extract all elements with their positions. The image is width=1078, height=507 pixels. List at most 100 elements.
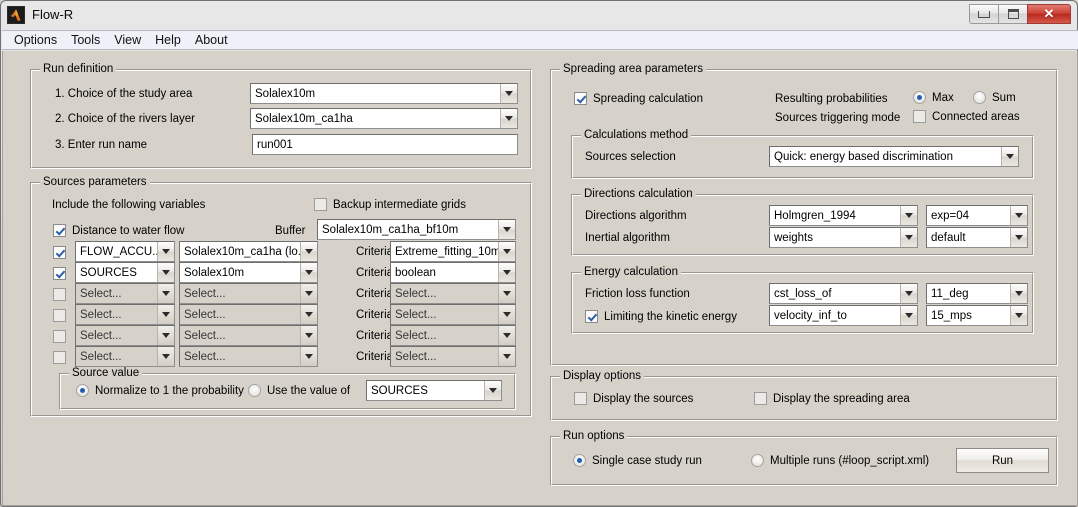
run-button[interactable]: Run <box>956 448 1049 473</box>
directions-algorithm-param-combo[interactable]: exp=04 <box>926 205 1028 226</box>
window-title: Flow-R <box>32 7 73 22</box>
matlab-icon <box>7 6 25 24</box>
chevron-down-icon[interactable] <box>157 326 174 345</box>
chevron-down-icon[interactable] <box>498 326 515 345</box>
inertial-algorithm-param-combo[interactable]: default <box>926 227 1028 248</box>
source-value-combo[interactable]: SOURCES <box>366 380 502 401</box>
multiple-runs-radio[interactable]: Multiple runs (#loop_script.xml) <box>751 454 929 467</box>
source-row-1-layer-combo[interactable]: Solalex10m_ca1ha (lo... <box>179 241 318 262</box>
source-row-2-variable-combo[interactable]: SOURCES <box>75 262 175 283</box>
chevron-down-icon[interactable] <box>498 263 515 282</box>
chevron-down-icon[interactable] <box>157 263 174 282</box>
display-sources-label: Display the sources <box>593 393 693 405</box>
chevron-down-icon[interactable] <box>300 284 317 303</box>
chevron-down-icon[interactable] <box>1010 206 1027 225</box>
chevron-down-icon[interactable] <box>498 284 515 303</box>
source-row-6-variable-combo[interactable]: Select... <box>75 346 175 367</box>
source-row-6-checkbox[interactable] <box>53 351 66 364</box>
source-row-1-variable-combo[interactable]: FLOW_ACCU... <box>75 241 175 262</box>
source-row-3-layer-combo[interactable]: Select... <box>179 283 318 304</box>
chevron-down-icon[interactable] <box>157 284 174 303</box>
source-row-3-checkbox[interactable] <box>53 288 66 301</box>
chevron-down-icon[interactable] <box>300 347 317 366</box>
close-button[interactable]: ✕ <box>1027 4 1071 24</box>
distance-water-flow-checkbox[interactable]: Distance to water flow <box>53 224 185 237</box>
chevron-down-icon[interactable] <box>500 84 517 103</box>
chevron-down-icon[interactable] <box>498 220 515 239</box>
maximize-button[interactable] <box>998 4 1028 24</box>
menu-item-help[interactable]: Help <box>148 32 188 49</box>
display-sources-checkbox[interactable]: Display the sources <box>574 392 693 405</box>
chevron-down-icon[interactable] <box>500 109 517 128</box>
minimize-button[interactable] <box>969 4 999 24</box>
sum-radio[interactable]: Sum <box>973 91 1016 104</box>
chevron-down-icon[interactable] <box>157 347 174 366</box>
menu-item-tools[interactable]: Tools <box>64 32 107 49</box>
chevron-down-icon[interactable] <box>1001 147 1018 166</box>
chevron-down-icon[interactable] <box>300 305 317 324</box>
friction-loss-param-combo[interactable]: 11_deg <box>926 283 1028 304</box>
run-name-input[interactable]: run001 <box>252 134 518 155</box>
source-row-1-checkbox[interactable] <box>53 246 66 259</box>
source-row-6-layer-combo[interactable]: Select... <box>179 346 318 367</box>
chevron-down-icon[interactable] <box>1010 284 1027 303</box>
backup-grids-checkbox[interactable]: Backup intermediate grids <box>314 198 466 211</box>
friction-loss-label: Friction loss function <box>585 288 690 300</box>
chevron-down-icon[interactable] <box>900 306 917 325</box>
source-row-5-variable-combo[interactable]: Select... <box>75 325 175 346</box>
source-value-usevalue-radio[interactable]: Use the value of <box>248 384 350 397</box>
source-value-normalize-radio[interactable]: Normalize to 1 the probability <box>76 384 244 397</box>
buffer-combo[interactable]: Solalex10m_ca1ha_bf10m <box>317 219 516 240</box>
connected-areas-checkbox[interactable]: Connected areas <box>913 110 1020 123</box>
menu-item-options[interactable]: Options <box>7 32 64 49</box>
single-case-run-radio[interactable]: Single case study run <box>573 454 702 467</box>
friction-loss-combo[interactable]: cst_loss_of <box>769 283 918 304</box>
source-row-3-layer-value: Select... <box>180 288 300 300</box>
chevron-down-icon[interactable] <box>498 347 515 366</box>
chevron-down-icon[interactable] <box>1010 228 1027 247</box>
source-row-4-criteria-combo[interactable]: Select... <box>390 304 516 325</box>
chevron-down-icon[interactable] <box>498 242 515 261</box>
directions-algorithm-value: Holmgren_1994 <box>770 210 900 222</box>
menu-item-about[interactable]: About <box>188 32 235 49</box>
source-row-5-checkbox[interactable] <box>53 330 66 343</box>
directions-algorithm-combo[interactable]: Holmgren_1994 <box>769 205 918 226</box>
source-row-4-variable-combo[interactable]: Select... <box>75 304 175 325</box>
limiting-kinetic-energy-param-combo[interactable]: 15_mps <box>926 305 1028 326</box>
chevron-down-icon[interactable] <box>300 263 317 282</box>
chevron-down-icon[interactable] <box>300 242 317 261</box>
chevron-down-icon[interactable] <box>300 326 317 345</box>
limiting-kinetic-energy-checkbox[interactable]: Limiting the kinetic energy <box>585 310 737 323</box>
source-row-1-variable-value: FLOW_ACCU... <box>76 246 157 258</box>
source-row-4-checkbox[interactable] <box>53 309 66 322</box>
source-row-4-layer-combo[interactable]: Select... <box>179 304 318 325</box>
spreading-calculation-checkbox[interactable]: Spreading calculation <box>574 92 703 105</box>
source-row-1-criteria-combo[interactable]: Extreme_fitting_10m <box>390 241 516 262</box>
checkbox-icon <box>53 224 66 237</box>
chevron-down-icon[interactable] <box>157 242 174 261</box>
source-row-5-layer-combo[interactable]: Select... <box>179 325 318 346</box>
limiting-kinetic-energy-combo[interactable]: velocity_inf_to <box>769 305 918 326</box>
source-row-3-criteria-combo[interactable]: Select... <box>390 283 516 304</box>
source-row-2-criteria-combo[interactable]: boolean <box>390 262 516 283</box>
study-area-combo[interactable]: Solalex10m <box>250 83 518 104</box>
source-row-2-layer-combo[interactable]: Solalex10m <box>179 262 318 283</box>
chevron-down-icon[interactable] <box>900 206 917 225</box>
source-row-2-checkbox[interactable] <box>53 267 66 280</box>
menu-item-view[interactable]: View <box>107 32 148 49</box>
sources-selection-combo[interactable]: Quick: energy based discrimination <box>769 146 1019 167</box>
chevron-down-icon[interactable] <box>498 305 515 324</box>
source-row-3-variable-combo[interactable]: Select... <box>75 283 175 304</box>
chevron-down-icon[interactable] <box>900 284 917 303</box>
source-row-6-criteria-combo[interactable]: Select... <box>390 346 516 367</box>
inertial-algorithm-combo[interactable]: weights <box>769 227 918 248</box>
chevron-down-icon[interactable] <box>157 305 174 324</box>
inertial-algorithm-label: Inertial algorithm <box>585 232 670 244</box>
max-radio[interactable]: Max <box>913 91 954 104</box>
rivers-layer-combo[interactable]: Solalex10m_ca1ha <box>250 108 518 129</box>
chevron-down-icon[interactable] <box>484 381 501 400</box>
display-spreading-area-checkbox[interactable]: Display the spreading area <box>754 392 910 405</box>
chevron-down-icon[interactable] <box>900 228 917 247</box>
source-row-5-criteria-combo[interactable]: Select... <box>390 325 516 346</box>
chevron-down-icon[interactable] <box>1010 306 1027 325</box>
